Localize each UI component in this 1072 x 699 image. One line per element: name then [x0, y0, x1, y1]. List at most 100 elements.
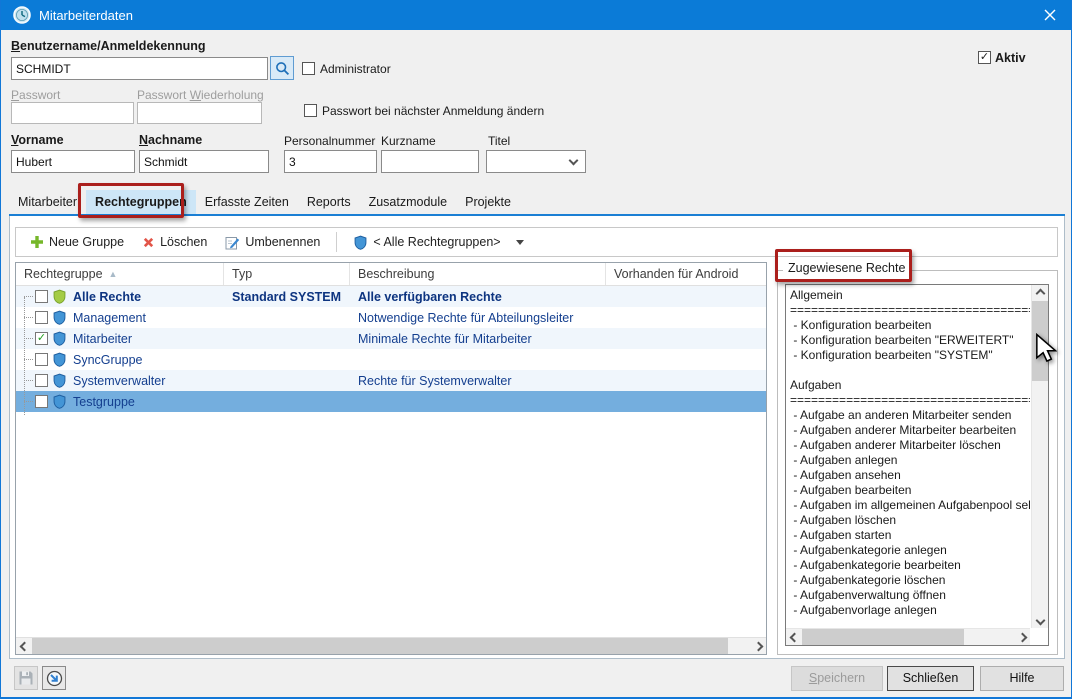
rights-line: - Aufgaben starten	[790, 528, 1030, 543]
table-row-selected[interactable]: Testgruppe	[16, 391, 766, 412]
rights-line: - Aufgabenvorlage anlegen	[790, 603, 1030, 618]
row-name: Testgruppe	[73, 395, 135, 409]
shield-blue-icon	[52, 352, 67, 367]
row-checkbox[interactable]: ✓	[35, 332, 48, 345]
rights-line: - Aufgabenkategorie löschen	[790, 573, 1030, 588]
pw-change-checkbox[interactable]	[304, 104, 317, 117]
aktiv-checkbox[interactable]: ✓	[978, 51, 991, 64]
row-name: Mitarbeiter	[73, 332, 132, 346]
table-row[interactable]: Systemverwalter Rechte für Systemverwalt…	[16, 370, 766, 391]
annotation-box-zugewiesene-rechte	[775, 249, 912, 282]
vorname-label: Vorname	[11, 133, 64, 147]
rights-line: - Aufgabenkategorie bearbeiten	[790, 558, 1030, 573]
row-name: Management	[73, 311, 146, 325]
kurzname-input[interactable]	[381, 150, 479, 173]
table-header: Rechtegruppe▲ Typ Beschreibung Vorhanden…	[16, 263, 766, 286]
tab-mitarbeiter[interactable]: Mitarbeiter	[9, 190, 86, 215]
rights-lines: Allgemein===============================…	[786, 285, 1030, 628]
sync-mini-button[interactable]	[42, 666, 66, 690]
tab-erfasste-zeiten[interactable]: Erfasste Zeiten	[196, 190, 298, 215]
row-checkbox[interactable]	[35, 374, 48, 387]
table-row[interactable]: ✓Mitarbeiter Minimale Rechte für Mitarbe…	[16, 328, 766, 349]
column-header-beschreibung[interactable]: Beschreibung	[350, 263, 606, 285]
scroll-left-button[interactable]	[16, 638, 32, 654]
row-name: SyncGruppe	[73, 353, 142, 367]
personalnummer-label: Personalnummer	[284, 134, 375, 148]
row-name: Alle Rechte	[73, 290, 141, 304]
personalnummer-input[interactable]	[284, 150, 377, 173]
tree-stub	[24, 359, 33, 360]
tab-projekte[interactable]: Projekte	[456, 190, 520, 215]
passwort-wdh-label: Passwort Wiederholung	[137, 88, 264, 102]
scroll-thumb[interactable]	[32, 638, 728, 654]
shield-green-icon	[52, 289, 67, 304]
row-typ: Standard SYSTEM	[224, 290, 350, 304]
umbenennen-button[interactable]: Umbenennen	[219, 232, 326, 253]
scroll-left-button[interactable]	[786, 629, 802, 645]
rights-line: - Konfiguration bearbeiten "ERWEITERT"	[790, 333, 1030, 348]
row-checkbox[interactable]	[35, 353, 48, 366]
row-checkbox[interactable]	[35, 311, 48, 324]
nachname-label: Nachname	[139, 133, 202, 147]
neue-gruppe-button[interactable]: Neue Gruppe	[24, 232, 130, 252]
annotation-box-rechtegruppen-tab	[78, 183, 184, 218]
vorname-input[interactable]	[11, 150, 135, 173]
search-button[interactable]	[270, 56, 294, 80]
administrator-checkbox[interactable]	[302, 62, 315, 75]
tab-reports[interactable]: Reports	[298, 190, 360, 215]
chevron-down-icon	[569, 156, 579, 166]
column-header-vorhanden-android[interactable]: Vorhanden für Android	[606, 263, 766, 285]
clock-app-icon	[13, 6, 31, 24]
loeschen-button[interactable]: Löschen	[136, 232, 213, 252]
scroll-right-button[interactable]	[1014, 629, 1030, 645]
tree-stub	[24, 401, 33, 402]
schliessen-button[interactable]: Schließen	[887, 666, 974, 691]
rights-line: - Aufgaben im allgemeinen Aufgabenpool s…	[790, 498, 1030, 513]
username-label: Benutzername/Anmeldekennung	[11, 39, 205, 53]
passwort-input[interactable]	[11, 102, 134, 124]
column-header-typ[interactable]: Typ	[224, 263, 350, 285]
gruppen-filter-dropdown[interactable]: < Alle Rechtegruppen>	[347, 232, 529, 253]
row-beschreibung: Rechte für Systemverwalter	[350, 374, 606, 388]
scroll-thumb[interactable]	[802, 629, 964, 645]
scroll-up-button[interactable]	[1032, 285, 1048, 301]
table-row[interactable]: Management Notwendige Rechte für Abteilu…	[16, 307, 766, 328]
save-mini-button[interactable]	[14, 666, 38, 690]
speichern-button[interactable]: Speichern	[791, 666, 883, 691]
username-input[interactable]	[11, 57, 268, 80]
close-icon	[1044, 9, 1056, 21]
passwort-wdh-input[interactable]	[137, 102, 262, 124]
row-checkbox[interactable]	[35, 395, 48, 408]
rights-line: - Aufgabenverwaltung öffnen	[790, 588, 1030, 603]
scroll-down-button[interactable]	[1032, 612, 1048, 628]
rights-line: Aufgaben	[790, 378, 1030, 393]
titel-select[interactable]	[486, 150, 586, 173]
listbox-hscrollbar[interactable]	[786, 628, 1030, 645]
table-row[interactable]: SyncGruppe	[16, 349, 766, 370]
floppy-icon	[18, 670, 34, 686]
tree-stub	[24, 338, 33, 339]
tree-stub	[24, 380, 33, 381]
mouse-cursor	[1035, 333, 1057, 362]
administrator-label: Administrator	[320, 62, 391, 76]
tab-zusatzmodule[interactable]: Zusatzmodule	[360, 190, 457, 215]
rights-line: - Konfiguration bearbeiten "SYSTEM"	[790, 348, 1030, 363]
pw-change-label: Passwort bei nächster Anmeldung ändern	[322, 104, 544, 118]
nachname-input[interactable]	[139, 150, 269, 173]
hilfe-button[interactable]: Hilfe	[980, 666, 1064, 691]
rights-line: - Aufgaben anderer Mitarbeiter bearbeite…	[790, 423, 1030, 438]
passwort-label: Passwort	[11, 88, 60, 102]
table-row[interactable]: Alle Rechte Standard SYSTEM Alle verfügb…	[16, 286, 766, 307]
table-hscrollbar[interactable]	[16, 637, 766, 654]
rights-listbox[interactable]: Allgemein===============================…	[785, 284, 1049, 646]
row-checkbox[interactable]	[35, 290, 48, 303]
scroll-right-button[interactable]	[750, 638, 766, 654]
column-header-rechtegruppe[interactable]: Rechtegruppe▲	[16, 263, 224, 285]
titel-label: Titel	[488, 134, 510, 148]
tree-guide-line	[24, 297, 25, 415]
close-button[interactable]	[1027, 0, 1072, 30]
rights-line: ========================================	[790, 393, 1030, 408]
shield-blue-icon	[52, 394, 67, 409]
plus-icon	[30, 235, 44, 249]
aktiv-label: Aktiv	[995, 51, 1026, 65]
